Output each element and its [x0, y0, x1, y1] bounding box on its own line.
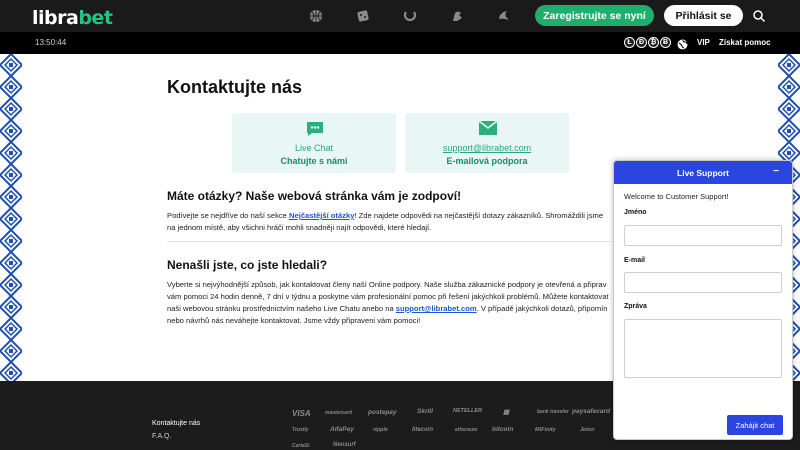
email-label: E-mail: [624, 257, 646, 264]
payment-logo-neosurf: Neosurf: [333, 442, 356, 448]
top-navbar: librabet Zaregistrujte se nyní Přihlásit…: [0, 0, 800, 32]
support-email-inline-link[interactable]: support@librabet.com: [396, 304, 477, 313]
section-heading-contact: Nenašli jste, co jste hledali?: [167, 258, 328, 272]
chat-bubble-icon: [306, 121, 324, 137]
horseshoe-icon[interactable]: [402, 8, 418, 24]
globe-icon[interactable]: [677, 37, 688, 50]
live-chat-card[interactable]: Live Chat Chatujte s námi: [232, 113, 396, 173]
live-chat-sub: Chatujte s námi: [280, 156, 348, 166]
section-divider: [167, 241, 612, 242]
faq-link[interactable]: Nejčastější otázky: [289, 211, 354, 220]
live-support-title: Live Support: [677, 167, 729, 178]
live-chat-label: Live Chat: [294, 143, 334, 153]
bitcoin-cash-icon: Ƀ: [660, 37, 671, 48]
minimize-icon[interactable]: −: [770, 166, 782, 178]
footer-link-contact[interactable]: Kontaktujte nás: [152, 420, 200, 427]
payment-logo-neteller: NETELLER: [453, 408, 483, 414]
basketball-icon[interactable]: [308, 8, 324, 24]
email-field[interactable]: [624, 272, 782, 293]
payment-logo-trustly: Trustly: [292, 427, 309, 433]
payment-logo-postepay: postepay: [368, 409, 397, 416]
faq-paragraph-line1: Podívejte se nejdříve do naší sekce Nejč…: [167, 211, 604, 220]
payment-logo-skrill: Skrill: [417, 408, 433, 415]
message-field[interactable]: [624, 319, 782, 378]
search-icon[interactable]: [752, 9, 766, 23]
casino-chip-icon[interactable]: [449, 8, 465, 24]
live-support-widget: Live Support − Welcome to Customer Suppo…: [613, 160, 793, 440]
support-email-link[interactable]: support@librabet.com: [405, 143, 569, 153]
section-heading-faq: Máte otázky? Naše webová stránka vám je …: [167, 189, 462, 203]
welcome-text: Welcome to Customer Support!: [624, 192, 729, 201]
payment-logo-paysafecard: paysafecard: [572, 408, 610, 415]
info-bar: 13:50:44 Ł Ð ₿ Ƀ VIP Získat pomoc: [0, 32, 800, 54]
help-link[interactable]: Získat pomoc: [719, 38, 771, 47]
contact-paragraph-line2: vám pomoci 24 hodin denně, 7 dní v týdnu…: [167, 292, 609, 301]
payment-logo-mastercard: mastercard: [325, 410, 352, 416]
faq-paragraph-line2: na jednom místě, aby všichni hráči mohli…: [167, 223, 432, 232]
payment-logo-cartasi: CartaSi: [292, 443, 310, 449]
start-chat-button[interactable]: Zahájit chat: [727, 415, 783, 435]
contact-paragraph-line1: Vyberte si nejvýhodnější způsob, jak kon…: [167, 280, 607, 289]
footer-link-faq[interactable]: F.A.Q.: [152, 433, 171, 440]
payment-logo-bank: bank transfer: [537, 409, 569, 415]
payment-logo-visa: VISA: [292, 409, 311, 418]
nav-icons: [308, 8, 512, 24]
live-casino-icon[interactable]: [496, 8, 512, 24]
crypto-icons: Ł Ð ₿ Ƀ: [624, 37, 671, 48]
name-label: Jméno: [624, 209, 647, 216]
email-support-card[interactable]: support@librabet.com E-mailová podpora: [405, 113, 569, 173]
contact-paragraph-line3: naši webovou stránku prostřednictvím naš…: [167, 304, 608, 313]
payment-logo-ethereum: ethereum: [455, 427, 478, 433]
message-label: Zpráva: [624, 303, 647, 310]
payment-logo-litecoin: litecoin: [412, 427, 434, 433]
clock: 13:50:44: [35, 38, 67, 47]
envelope-icon: [478, 120, 498, 137]
live-support-header: Live Support −: [614, 161, 792, 184]
email-support-sub: E-mailová podpora: [446, 156, 528, 166]
payment-logo-jeton: Jeton: [580, 427, 595, 433]
vip-link[interactable]: VIP: [697, 38, 710, 47]
payment-logo-alfapay: AlfaPay: [330, 426, 354, 433]
dogecoin-icon: Ð: [636, 37, 647, 48]
register-button[interactable]: Zaregistrujte se nyní: [535, 5, 654, 26]
decorative-pattern-left: [0, 54, 22, 381]
payment-logo-bitcoin: bitcoin: [492, 426, 514, 433]
payment-logo-ripple: ripple: [373, 427, 388, 433]
payment-logo-generic: ▦: [503, 409, 510, 416]
page-title: Kontaktujte nás: [167, 77, 303, 97]
librabet-logo[interactable]: librabet: [32, 7, 113, 29]
payment-logo-mifinity: MiFinity: [535, 427, 556, 433]
login-button[interactable]: Přihlásit se: [664, 5, 743, 26]
contact-paragraph-line4: nebo návrhů nás neváhejte kontaktovat. J…: [167, 316, 421, 325]
litecoin-icon: Ł: [624, 37, 635, 48]
dice-icon[interactable]: [355, 8, 371, 24]
name-field[interactable]: [624, 225, 782, 246]
bitcoin-icon: ₿: [648, 37, 659, 48]
